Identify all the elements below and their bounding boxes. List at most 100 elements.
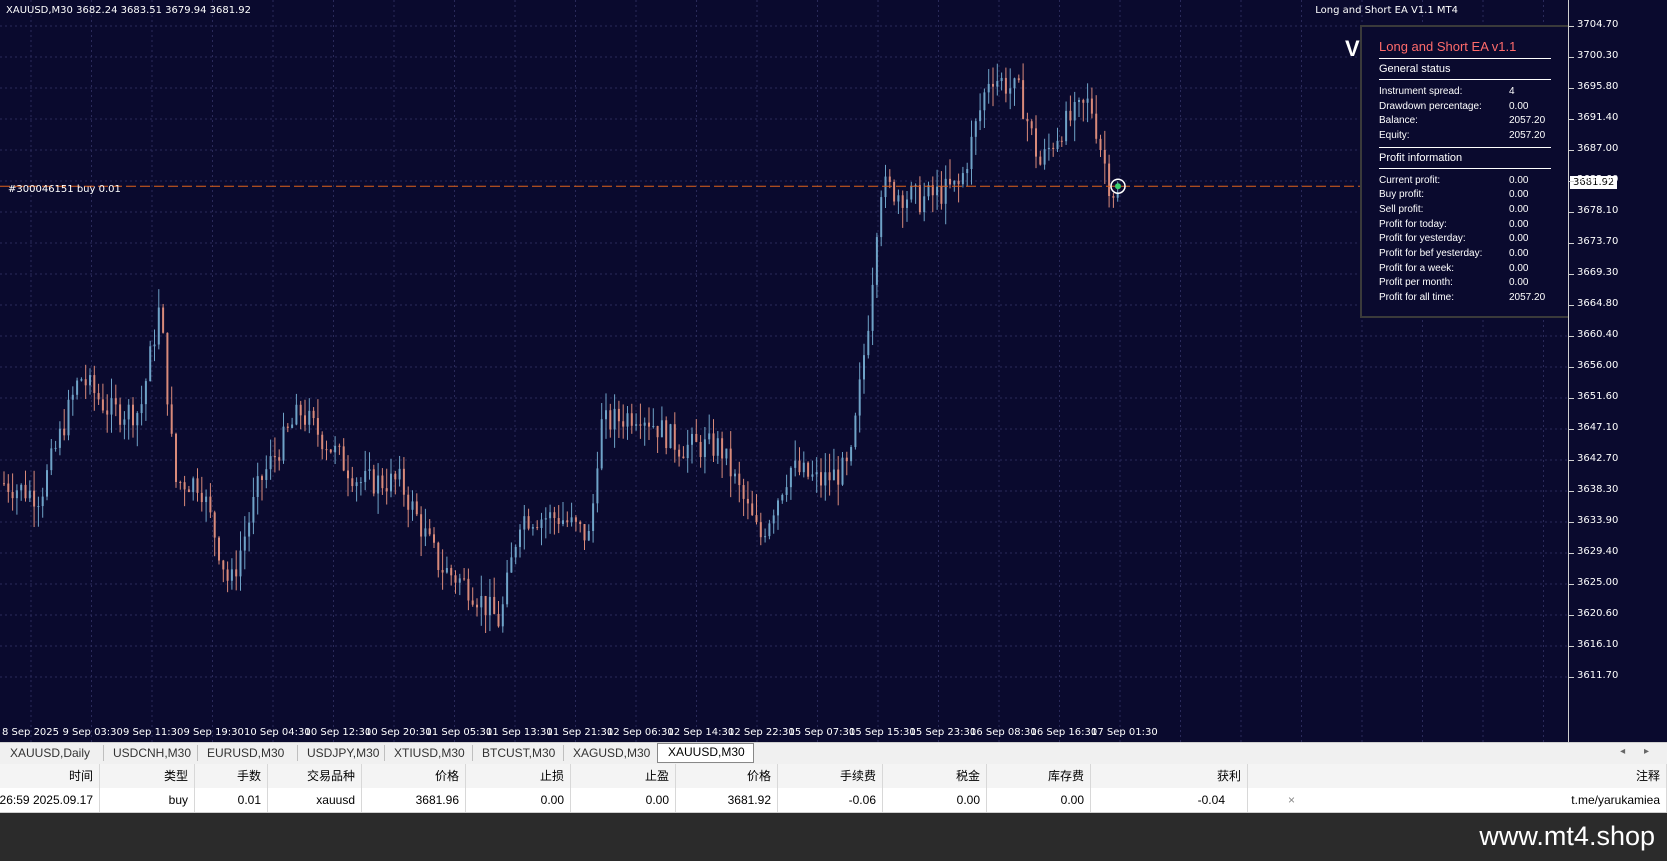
candle-body	[243, 536, 246, 551]
tab-btcust-m30[interactable]: BTCUST,M30	[472, 745, 564, 761]
candle-body	[411, 501, 414, 510]
candle-body	[828, 472, 831, 481]
candlestick-chart[interactable]	[0, 0, 1568, 742]
candle-body	[923, 196, 926, 213]
candle-body	[261, 476, 263, 481]
ea-info-panel: Long and Short EA v1.1 General status In…	[1360, 25, 1568, 318]
candle-body	[230, 569, 233, 581]
candle-body	[837, 469, 840, 485]
candle-body	[58, 428, 61, 448]
candle-body	[858, 379, 861, 416]
profit-info-label: Profit per month:	[1379, 277, 1453, 289]
column-header[interactable]: 价格	[362, 764, 466, 788]
column-header[interactable]: 税金	[883, 764, 987, 788]
column-header[interactable]: 止损	[466, 764, 571, 788]
candle-body	[519, 529, 521, 547]
candle-body	[467, 578, 470, 601]
profit-info-label: Profit for bef yesterday:	[1379, 248, 1483, 260]
candle-body	[527, 516, 530, 529]
profit-info-label: Profit for yesterday:	[1379, 233, 1466, 245]
price-tick	[1569, 305, 1574, 306]
price-label: 3620.60	[1577, 608, 1619, 619]
candle-body	[863, 355, 865, 380]
candle-body	[458, 578, 461, 583]
candle-body	[918, 185, 921, 213]
profit-info-value: 0.00	[1509, 262, 1529, 274]
candle-body	[1047, 147, 1050, 150]
tab-usdcnh-m30[interactable]: USDCNH,M30	[103, 745, 198, 761]
candle-body	[927, 185, 930, 197]
tab-xauusd-m30[interactable]: XAUUSD,M30	[657, 743, 754, 763]
candle-body	[794, 460, 797, 468]
candle-body	[1013, 78, 1016, 89]
watermark-text: www.mt4.shop	[1479, 821, 1655, 851]
profit-info-value: 0.00	[1509, 277, 1529, 289]
candle-body	[265, 469, 268, 481]
column-header[interactable]: 注释	[1248, 764, 1667, 788]
table-cell: 0.00	[883, 788, 987, 812]
candle-body	[226, 569, 229, 581]
tab-eurusd-m30[interactable]: EURUSD,M30	[197, 745, 298, 761]
tab-scroll-arrows[interactable]: ◂ ▸	[1620, 746, 1657, 757]
candle-body	[338, 445, 341, 447]
chart-overlay-letter: V	[1345, 36, 1360, 61]
candle-body	[450, 568, 453, 576]
time-label: 12 Sep 14:30	[667, 727, 735, 738]
profit-info-label: Profit for a week:	[1379, 262, 1455, 274]
price-axis: 3681.92 3704.70 3700.30 3695.80 3691.40 3687…	[1568, 0, 1667, 742]
tab-xagusd-m30[interactable]: XAGUSD,M30	[563, 745, 658, 761]
candle-body	[501, 604, 504, 627]
column-header[interactable]: 手数	[195, 764, 268, 788]
candle-body	[248, 522, 251, 537]
candle-body	[875, 237, 878, 285]
candle-body	[1017, 78, 1020, 81]
candle-body	[867, 330, 870, 356]
candle-body	[957, 180, 960, 185]
candle-body	[424, 528, 427, 537]
profit-info-row: Buy profit: 0.00	[1379, 187, 1551, 202]
candle-body	[187, 489, 190, 493]
price-label: 3625.00	[1577, 577, 1619, 588]
candle-body	[488, 596, 491, 616]
candle-body	[974, 121, 977, 137]
candle-body	[325, 449, 328, 451]
table-row[interactable]: 2025.09.17 06:26:59buy0.01xauusd3681.960…	[0, 788, 1667, 813]
close-order-icon[interactable]: ×	[1288, 793, 1295, 807]
column-header[interactable]: 手续费	[778, 764, 883, 788]
column-header[interactable]: 时间	[0, 764, 100, 788]
candle-body	[381, 475, 384, 489]
table-cell: -0.04	[1091, 788, 1248, 812]
price-tick	[1569, 57, 1574, 58]
column-header[interactable]: 价格	[676, 764, 778, 788]
candle-body	[428, 528, 431, 535]
tab-usdjpy-m30[interactable]: USDJPY,M30	[297, 745, 385, 761]
column-header[interactable]: 获利	[1091, 764, 1248, 788]
candle-body	[329, 449, 332, 453]
price-tick	[1569, 367, 1574, 368]
candle-body	[669, 424, 672, 449]
profit-info-row: Sell profit: 0.00	[1379, 202, 1551, 217]
candle-body	[41, 496, 44, 507]
column-header[interactable]: 止盈	[571, 764, 676, 788]
profit-info-row: Profit per month: 0.00	[1379, 276, 1551, 291]
tab-xauusd-daily[interactable]: XAUUSD,Daily	[0, 745, 104, 761]
candle-body	[798, 460, 801, 473]
column-header[interactable]: 库存费	[987, 764, 1091, 788]
tab-xtiusd-m30[interactable]: XTIUSD,M30	[384, 745, 473, 761]
candle-body	[46, 470, 48, 497]
order-marker-dot	[1115, 183, 1121, 190]
general-status-label: Instrument spread:	[1379, 85, 1463, 97]
candle-body	[983, 92, 986, 111]
order-line-label: #300046151 buy 0.01	[8, 184, 121, 195]
column-header[interactable]: 交易品种	[268, 764, 362, 788]
candle-body	[200, 492, 203, 503]
price-tick	[1569, 429, 1574, 430]
price-chart[interactable]: XAUUSD,M30 3682.24 3683.51 3679.94 3681.…	[0, 0, 1568, 742]
candle-body	[1069, 110, 1072, 121]
column-header[interactable]: 类型	[100, 764, 195, 788]
candle-body	[321, 434, 324, 450]
candle-body	[635, 424, 638, 426]
candle-body	[312, 410, 315, 419]
candle-body	[132, 404, 134, 426]
price-label: 3660.40	[1577, 329, 1619, 340]
